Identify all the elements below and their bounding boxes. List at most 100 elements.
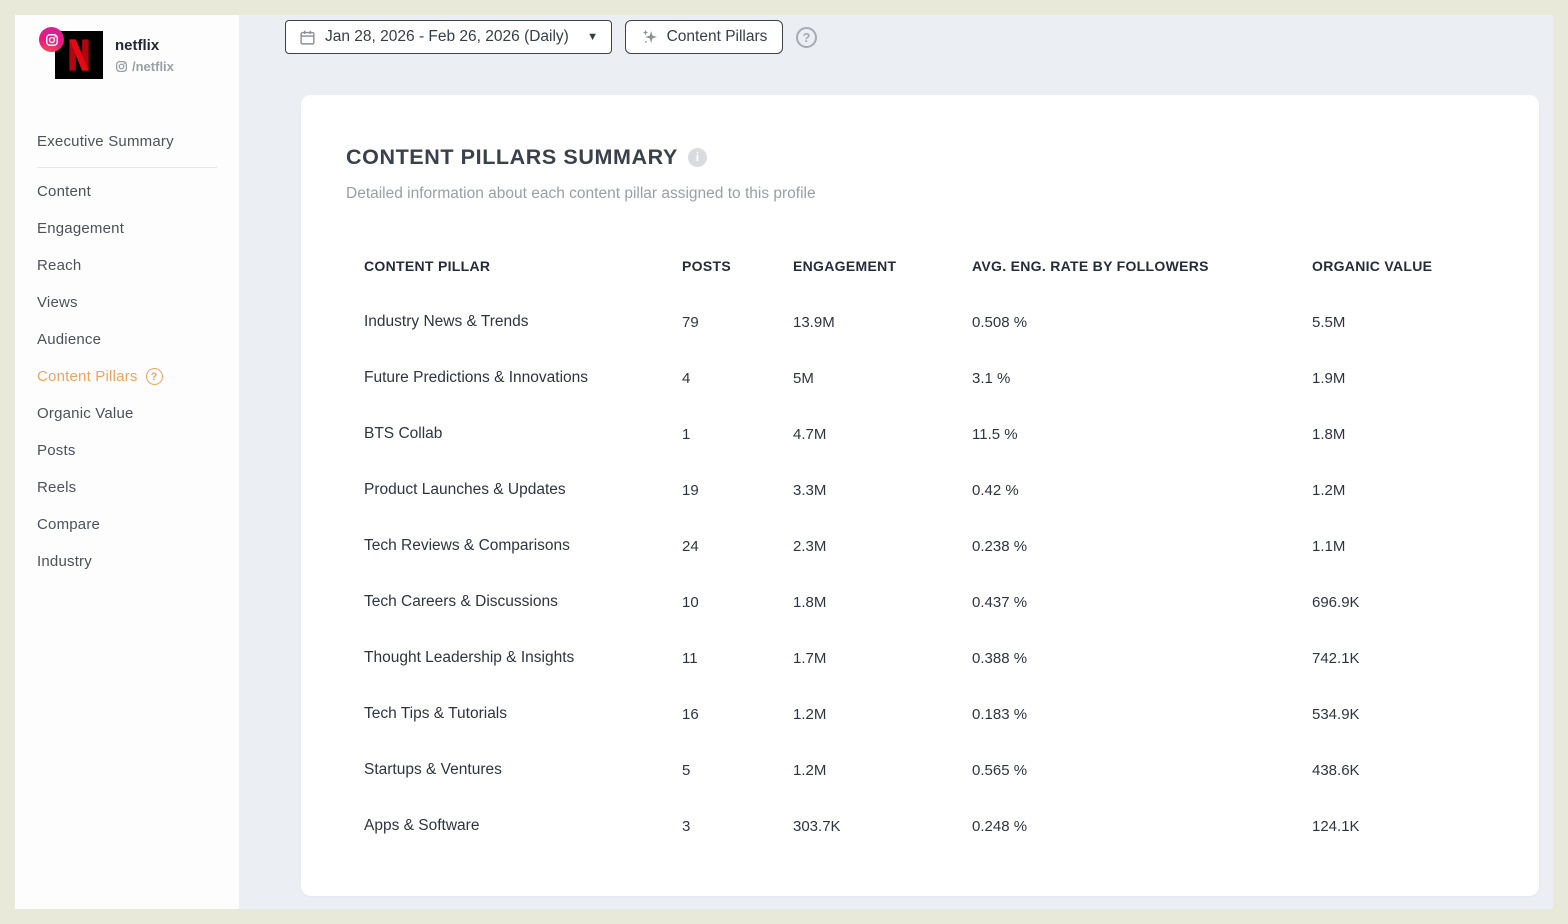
app-window: netflix /netflix Executive Summary Conte… <box>0 0 1568 924</box>
sidebar-item-engagement[interactable]: Engagement <box>37 210 217 247</box>
cell-avg-eng-rate: 3.1 % <box>972 369 1011 387</box>
cell-pillar: Tech Careers & Discussions <box>364 593 558 610</box>
date-range-picker[interactable]: Jan 28, 2026 - Feb 26, 2026 (Daily) ▼ <box>285 20 612 54</box>
info-icon[interactable]: i <box>687 147 707 167</box>
cell-engagement: 1.2M <box>793 705 827 723</box>
sidebar-item-views[interactable]: Views <box>37 284 217 321</box>
sidebar-item-posts[interactable]: Posts <box>37 432 217 469</box>
instagram-mini-icon <box>115 60 128 73</box>
cell-posts: 4 <box>682 369 691 387</box>
cell-posts: 10 <box>682 593 699 611</box>
sidebar-item-audience[interactable]: Audience <box>37 321 217 358</box>
page-title: CONTENT PILLARS SUMMARY <box>346 145 678 169</box>
topbar: Jan 28, 2026 - Feb 26, 2026 (Daily) ▼ Co… <box>239 15 1553 95</box>
profile-handle-text: /netflix <box>132 59 174 74</box>
cell-pillar: Apps & Software <box>364 817 480 834</box>
cell-organic-value: 438.6K <box>1312 761 1360 779</box>
cell-posts: 1 <box>682 425 691 443</box>
sidebar-item-label: Industry <box>37 553 92 570</box>
cell-engagement: 1.8M <box>793 593 827 611</box>
cell-posts: 16 <box>682 705 699 723</box>
date-range-label: Jan 28, 2026 - Feb 26, 2026 (Daily) <box>325 28 569 45</box>
sidebar-item-executive-summary[interactable]: Executive Summary <box>37 123 217 160</box>
sidebar-item-reach[interactable]: Reach <box>37 247 217 284</box>
sidebar-item-content-pillars[interactable]: Content Pillars ? <box>37 358 217 395</box>
cell-organic-value: 534.9K <box>1312 705 1360 723</box>
sidebar-item-reels[interactable]: Reels <box>37 469 217 506</box>
sidebar-item-industry[interactable]: Industry <box>37 543 217 580</box>
cell-posts: 19 <box>682 481 699 499</box>
sparkles-icon <box>642 30 657 43</box>
sidebar: netflix /netflix Executive Summary Conte… <box>15 15 239 909</box>
content-pillars-summary-card: CONTENT PILLARS SUMMARY i Detailed infor… <box>301 95 1539 896</box>
sidebar-item-label: Posts <box>37 442 76 459</box>
profile-name: netflix <box>115 37 160 54</box>
cell-organic-value: 1.2M <box>1312 481 1346 499</box>
column-header-avg-eng-rate: AVG. ENG. RATE BY FOLLOWERS <box>972 258 1209 274</box>
card-subtitle: Detailed information about each content … <box>346 185 816 202</box>
cell-engagement: 3.3M <box>793 481 827 499</box>
cell-avg-eng-rate: 11.5 % <box>972 425 1018 443</box>
cell-pillar: Tech Tips & Tutorials <box>364 705 508 722</box>
column-header-engagement: ENGAGEMENT <box>793 258 897 274</box>
cell-organic-value: 1.1M <box>1312 537 1346 555</box>
cell-avg-eng-rate: 0.565 % <box>972 761 1028 779</box>
sidebar-item-label: Reels <box>37 479 77 496</box>
sidebar-item-label: Audience <box>37 331 102 348</box>
page-help-icon[interactable]: ? <box>796 27 817 48</box>
content-pillars-help-icon[interactable]: ? <box>145 368 163 385</box>
cell-pillar: Tech Reviews & Comparisons <box>364 537 570 554</box>
cell-avg-eng-rate: 0.508 % <box>972 313 1028 331</box>
cell-pillar: Startups & Ventures <box>364 761 502 778</box>
cell-pillar: Industry News & Trends <box>364 313 529 330</box>
calendar-icon <box>300 30 315 45</box>
sidebar-item-label: Reach <box>37 257 82 274</box>
cell-organic-value: 742.1K <box>1312 649 1360 667</box>
cell-engagement: 13.9M <box>793 313 835 331</box>
sidebar-item-label: Engagement <box>37 220 125 237</box>
cell-posts: 5 <box>682 761 691 779</box>
content-pillars-button[interactable]: Content Pillars <box>625 20 783 54</box>
cell-pillar: Future Predictions & Innovations <box>364 369 589 386</box>
profile-card[interactable]: netflix /netflix <box>37 27 217 93</box>
instagram-badge-icon <box>39 27 64 52</box>
column-header-posts: POSTS <box>682 258 731 274</box>
cell-engagement: 5M <box>793 369 814 387</box>
cell-posts: 11 <box>682 649 698 667</box>
cell-organic-value: 5.5M <box>1312 313 1346 331</box>
sidebar-item-label: Compare <box>37 516 101 533</box>
cell-engagement: 4.7M <box>793 425 827 443</box>
chevron-down-icon: ▼ <box>587 30 598 43</box>
sidebar-item-label: Content Pillars <box>37 368 138 385</box>
sidebar-item-content[interactable]: Content <box>37 173 217 210</box>
app-frame: netflix /netflix Executive Summary Conte… <box>15 15 1553 909</box>
cell-pillar: BTS Collab <box>364 425 443 442</box>
sidebar-item-label: Organic Value <box>37 405 134 422</box>
sidebar-divider <box>37 167 217 168</box>
main-area: Jan 28, 2026 - Feb 26, 2026 (Daily) ▼ Co… <box>239 15 1553 909</box>
cell-engagement: 303.7K <box>793 817 841 835</box>
cell-posts: 79 <box>682 313 699 331</box>
cell-avg-eng-rate: 0.437 % <box>972 593 1028 611</box>
cell-avg-eng-rate: 0.388 % <box>972 649 1028 667</box>
cell-posts: 3 <box>682 817 691 835</box>
column-header-organic-value: ORGANIC VALUE <box>1312 258 1433 274</box>
cell-organic-value: 1.8M <box>1312 425 1346 443</box>
sidebar-item-organic-value[interactable]: Organic Value <box>37 395 217 432</box>
sidebar-nav: Executive Summary Content Engagement Rea… <box>37 123 217 580</box>
cell-organic-value: 124.1K <box>1312 817 1360 835</box>
cell-posts: 24 <box>682 537 699 555</box>
cell-pillar: Thought Leadership & Insights <box>364 649 575 666</box>
cell-engagement: 1.7M <box>793 649 827 667</box>
column-header-content-pillar: CONTENT PILLAR <box>364 258 491 274</box>
profile-handle: /netflix <box>115 59 174 74</box>
cell-avg-eng-rate: 0.238 % <box>972 537 1028 555</box>
cell-avg-eng-rate: 0.183 % <box>972 705 1028 723</box>
sidebar-item-label: Content <box>37 183 91 200</box>
content-pillars-table: CONTENT PILLAR POSTS ENGAGEMENT AVG. ENG… <box>364 238 1494 854</box>
cell-engagement: 2.3M <box>793 537 827 555</box>
sidebar-item-compare[interactable]: Compare <box>37 506 217 543</box>
cell-organic-value: 1.9M <box>1312 369 1346 387</box>
card-title-row: CONTENT PILLARS SUMMARY i <box>346 145 1494 169</box>
cell-pillar: Product Launches & Updates <box>364 481 566 498</box>
